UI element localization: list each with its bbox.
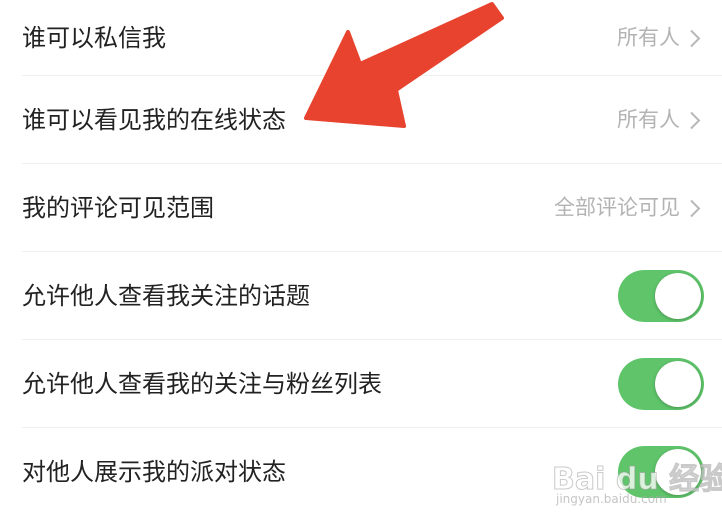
settings-list: 谁可以私信我 所有人 谁可以看见我的在线状态 所有人 我的评论可见范围 全部评论… [0, 0, 722, 516]
privacy-settings-screen: 谁可以私信我 所有人 谁可以看见我的在线状态 所有人 我的评论可见范围 全部评论… [0, 0, 722, 522]
row-allow-view-follow-fans-list: 允许他人查看我的关注与粉丝列表 [0, 340, 722, 428]
chevron-right-icon [690, 111, 701, 129]
toggle-knob [655, 449, 701, 495]
row-label: 谁可以私信我 [22, 24, 166, 52]
row-value: 所有人 [617, 107, 680, 132]
toggle-knob [655, 361, 701, 407]
followed-topics-toggle[interactable] [618, 270, 704, 322]
row-label: 允许他人查看我关注的话题 [22, 282, 310, 310]
row-label: 对他人展示我的派对状态 [22, 458, 286, 486]
row-who-can-see-online-status[interactable]: 谁可以看见我的在线状态 所有人 [0, 76, 722, 164]
row-value-group: 所有人 [617, 107, 702, 132]
row-label: 谁可以看见我的在线状态 [22, 106, 286, 134]
row-show-party-status: 对他人展示我的派对状态 [0, 428, 722, 516]
row-label: 允许他人查看我的关注与粉丝列表 [22, 370, 382, 398]
row-allow-view-followed-topics: 允许他人查看我关注的话题 [0, 252, 722, 340]
chevron-right-icon [690, 199, 701, 217]
row-value: 全部评论可见 [554, 195, 680, 220]
row-value: 所有人 [617, 25, 680, 50]
toggle-knob [655, 273, 701, 319]
follow-fans-list-toggle[interactable] [618, 358, 704, 410]
row-who-can-message-me[interactable]: 谁可以私信我 所有人 [0, 0, 722, 76]
party-status-toggle[interactable] [618, 446, 704, 498]
chevron-right-icon [690, 29, 701, 47]
row-value-group: 全部评论可见 [554, 195, 702, 220]
row-value-group: 所有人 [617, 25, 702, 50]
row-comment-visibility[interactable]: 我的评论可见范围 全部评论可见 [0, 164, 722, 252]
row-label: 我的评论可见范围 [22, 194, 214, 222]
